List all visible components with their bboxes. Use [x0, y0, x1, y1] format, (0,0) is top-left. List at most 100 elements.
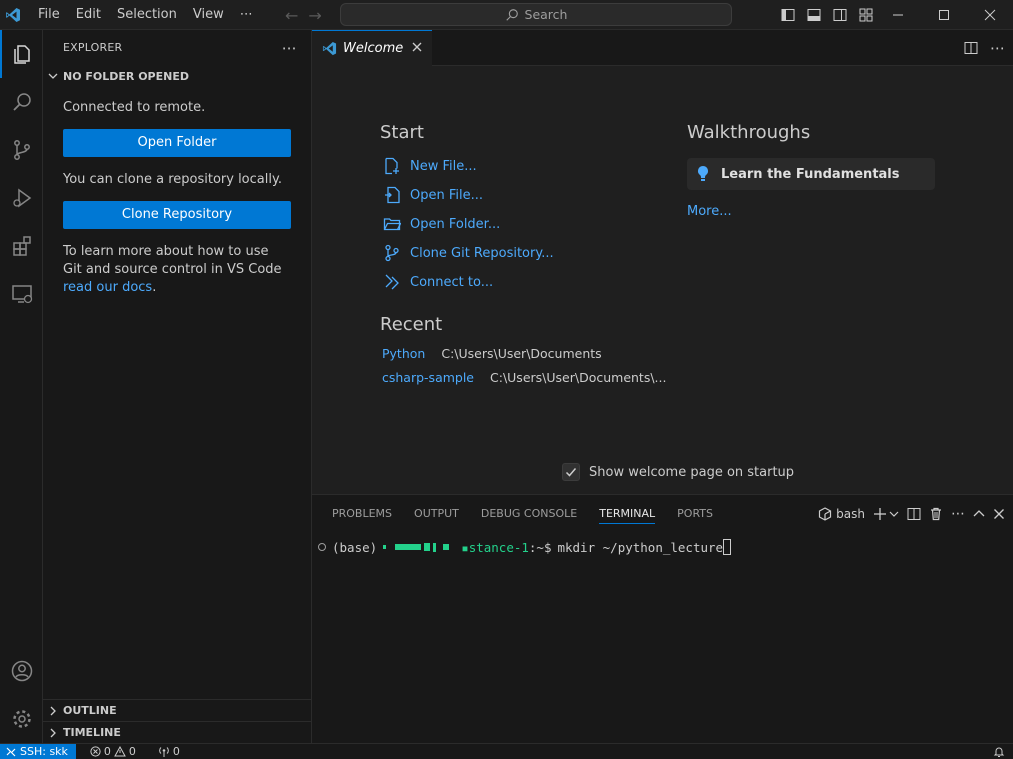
- open-folder-label: Open Folder...: [410, 216, 501, 232]
- recent-item: csharp-sample C:\Users\User\Documents\..…: [382, 370, 666, 385]
- accounts-activity[interactable]: [0, 647, 43, 695]
- toggle-primary-sidebar-icon[interactable]: [780, 7, 796, 23]
- notifications-bell-icon[interactable]: [993, 746, 1005, 758]
- tab-output[interactable]: OUTPUT: [406, 495, 467, 533]
- sidebar-header: EXPLORER ⋯: [43, 30, 311, 65]
- sidebar-title: EXPLORER: [63, 41, 123, 54]
- new-terminal-button[interactable]: [873, 507, 899, 521]
- trash-icon[interactable]: [929, 507, 943, 521]
- toggle-panel-icon[interactable]: [806, 7, 822, 23]
- recent-csharp-link[interactable]: csharp-sample: [382, 370, 474, 385]
- redacted-username-block: [383, 542, 450, 552]
- timeline-section-header[interactable]: TIMELINE: [43, 721, 311, 743]
- git-docs-link[interactable]: read our docs: [63, 280, 152, 295]
- editor-more-icon[interactable]: ⋯: [990, 39, 1005, 57]
- recent-python-link[interactable]: Python: [382, 346, 425, 361]
- open-folder-link[interactable]: Open Folder...: [382, 215, 500, 233]
- startup-label: Show welcome page on startup: [589, 464, 795, 480]
- menu-more[interactable]: ⋯: [232, 0, 261, 30]
- remote-icon: [6, 747, 16, 756]
- open-file-label: Open File...: [410, 187, 484, 203]
- extensions-activity[interactable]: [0, 222, 43, 270]
- close-panel-icon[interactable]: [993, 508, 1005, 520]
- search-activity[interactable]: [0, 78, 43, 126]
- shell-name: bash: [836, 507, 865, 521]
- new-file-label: New File...: [410, 158, 477, 174]
- new-file-link[interactable]: New File...: [382, 157, 477, 175]
- panel-more-icon[interactable]: ⋯: [951, 506, 965, 522]
- prompt-host-text: stance-1: [468, 539, 529, 555]
- search-icon: [505, 8, 518, 21]
- minimize-icon: [893, 14, 903, 16]
- terminal-cursor: [723, 539, 732, 555]
- minimize-button[interactable]: [875, 0, 921, 30]
- terminal-output[interactable]: (base) ▪stance-1 :~$ mkdir ~/python_lect…: [318, 539, 732, 555]
- explorer-activity[interactable]: [0, 30, 43, 78]
- problems-indicator[interactable]: 0 0: [82, 745, 144, 758]
- tab-problems[interactable]: PROBLEMS: [324, 495, 400, 533]
- prompt-suffix: :~$: [528, 539, 552, 555]
- command-center-search[interactable]: Search: [340, 3, 732, 26]
- walkthrough-card-label: Learn the Fundamentals: [721, 166, 900, 182]
- new-file-icon: [385, 157, 399, 175]
- source-control-activity[interactable]: [0, 126, 43, 174]
- walkthroughs-more-link[interactable]: More...: [687, 204, 732, 219]
- extensions-icon: [12, 236, 31, 256]
- tab-ports[interactable]: PORTS: [669, 495, 721, 533]
- search-placeholder: Search: [524, 7, 568, 22]
- tab-debug-console[interactable]: DEBUG CONSOLE: [473, 495, 585, 533]
- clone-git-label: Clone Git Repository...: [410, 245, 554, 261]
- recent-python-path: C:\Users\User\Documents: [441, 346, 602, 361]
- toggle-secondary-sidebar-icon[interactable]: [832, 7, 848, 23]
- split-terminal-icon[interactable]: [907, 507, 921, 521]
- open-folder-button[interactable]: Open Folder: [63, 129, 291, 157]
- outline-section-header[interactable]: OUTLINE: [43, 699, 311, 721]
- terminal-command: mkdir ~/python_lecture: [557, 539, 724, 555]
- remote-indicator[interactable]: SSH: skk: [0, 743, 76, 759]
- connect-to-link[interactable]: Connect to...: [382, 273, 493, 291]
- broadcast-icon: [159, 747, 169, 757]
- ports-count: 0: [172, 745, 180, 758]
- walkthrough-fundamentals-card[interactable]: Learn the Fundamentals: [687, 158, 935, 190]
- manage-activity[interactable]: [0, 695, 43, 743]
- ports-indicator[interactable]: 0: [150, 745, 188, 758]
- clone-text: You can clone a repository locally.: [63, 172, 282, 187]
- maximize-panel-chevron-up-icon[interactable]: [973, 508, 985, 520]
- customize-layout-icon[interactable]: [858, 7, 874, 23]
- maximize-button[interactable]: [921, 0, 967, 30]
- git-branch-icon: [385, 244, 399, 262]
- git-help-body: To learn more about how to use Git and s…: [63, 244, 282, 277]
- source-control-icon: [13, 140, 30, 160]
- run-debug-activity[interactable]: [0, 174, 43, 222]
- terminal-shell-selector[interactable]: bash: [818, 507, 865, 521]
- back-arrow-icon[interactable]: ←: [285, 6, 298, 25]
- startup-checkbox[interactable]: [562, 463, 580, 481]
- forward-arrow-icon[interactable]: →: [308, 6, 321, 25]
- tab-welcome[interactable]: Welcome: [312, 30, 432, 66]
- open-file-link[interactable]: Open File...: [382, 186, 483, 204]
- lightbulb-icon: [698, 166, 708, 181]
- start-heading: Start: [380, 122, 424, 143]
- layout-controls: [780, 0, 874, 30]
- explorer-sidebar: EXPLORER ⋯ NO FOLDER OPENED Connected to…: [43, 30, 312, 743]
- menu-bar: File Edit Selection View ⋯: [30, 0, 261, 30]
- close-window-button[interactable]: [967, 0, 1013, 30]
- sidebar-bottom-sections: OUTLINE TIMELINE: [43, 699, 311, 743]
- split-editor-icon[interactable]: [964, 41, 978, 55]
- menu-selection[interactable]: Selection: [109, 0, 185, 30]
- chevron-right-icon: [50, 728, 56, 737]
- remote-explorer-activity[interactable]: [0, 270, 43, 318]
- chevron-right-icon: [50, 706, 56, 715]
- clone-repository-button[interactable]: Clone Repository: [63, 201, 291, 229]
- tab-terminal[interactable]: TERMINAL: [591, 495, 663, 533]
- menu-view[interactable]: View: [185, 0, 232, 30]
- no-folder-section-header[interactable]: NO FOLDER OPENED: [43, 65, 311, 87]
- clone-git-link[interactable]: Clone Git Repository...: [382, 244, 554, 262]
- sidebar-more-button[interactable]: ⋯: [282, 39, 297, 57]
- menu-file[interactable]: File: [30, 0, 68, 30]
- tab-close-button[interactable]: [412, 41, 422, 56]
- menu-edit[interactable]: Edit: [68, 0, 109, 30]
- activity-bar: [0, 30, 43, 743]
- open-file-icon: [385, 186, 400, 204]
- gear-icon: [12, 710, 31, 728]
